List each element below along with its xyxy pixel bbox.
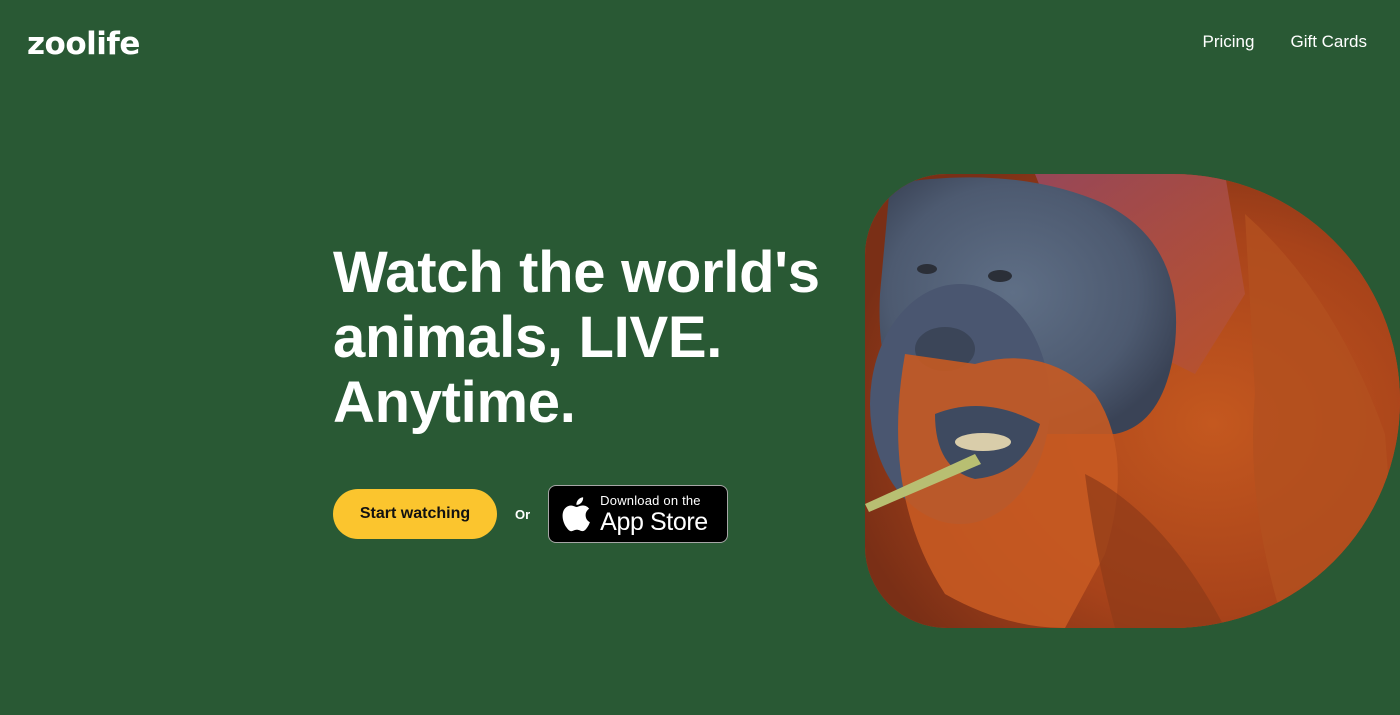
app-store-small-text: Download on the bbox=[600, 492, 701, 508]
apple-icon bbox=[561, 496, 591, 532]
zoolife-logo[interactable]: zoolife bbox=[27, 24, 140, 64]
nav-link-pricing[interactable]: Pricing bbox=[1203, 30, 1255, 54]
nav-link-gift-cards[interactable]: Gift Cards bbox=[1290, 30, 1367, 54]
hero-headline: Watch the world's animals, LIVE. Anytime… bbox=[333, 240, 820, 435]
app-store-badge[interactable]: Download on the App Store bbox=[548, 485, 729, 543]
cta-row: Start watching Or Download on the App St… bbox=[333, 485, 729, 543]
or-separator: Or bbox=[515, 506, 531, 522]
landing-page: zoolife Pricing Gift Cards Watch the wor… bbox=[0, 0, 1400, 715]
start-watching-button[interactable]: Start watching bbox=[333, 489, 497, 539]
orangutan-photo bbox=[865, 174, 1400, 628]
app-store-text: Download on the App Store bbox=[600, 494, 708, 535]
app-store-title: App Store bbox=[600, 507, 708, 536]
top-nav: Pricing Gift Cards bbox=[1203, 30, 1368, 54]
